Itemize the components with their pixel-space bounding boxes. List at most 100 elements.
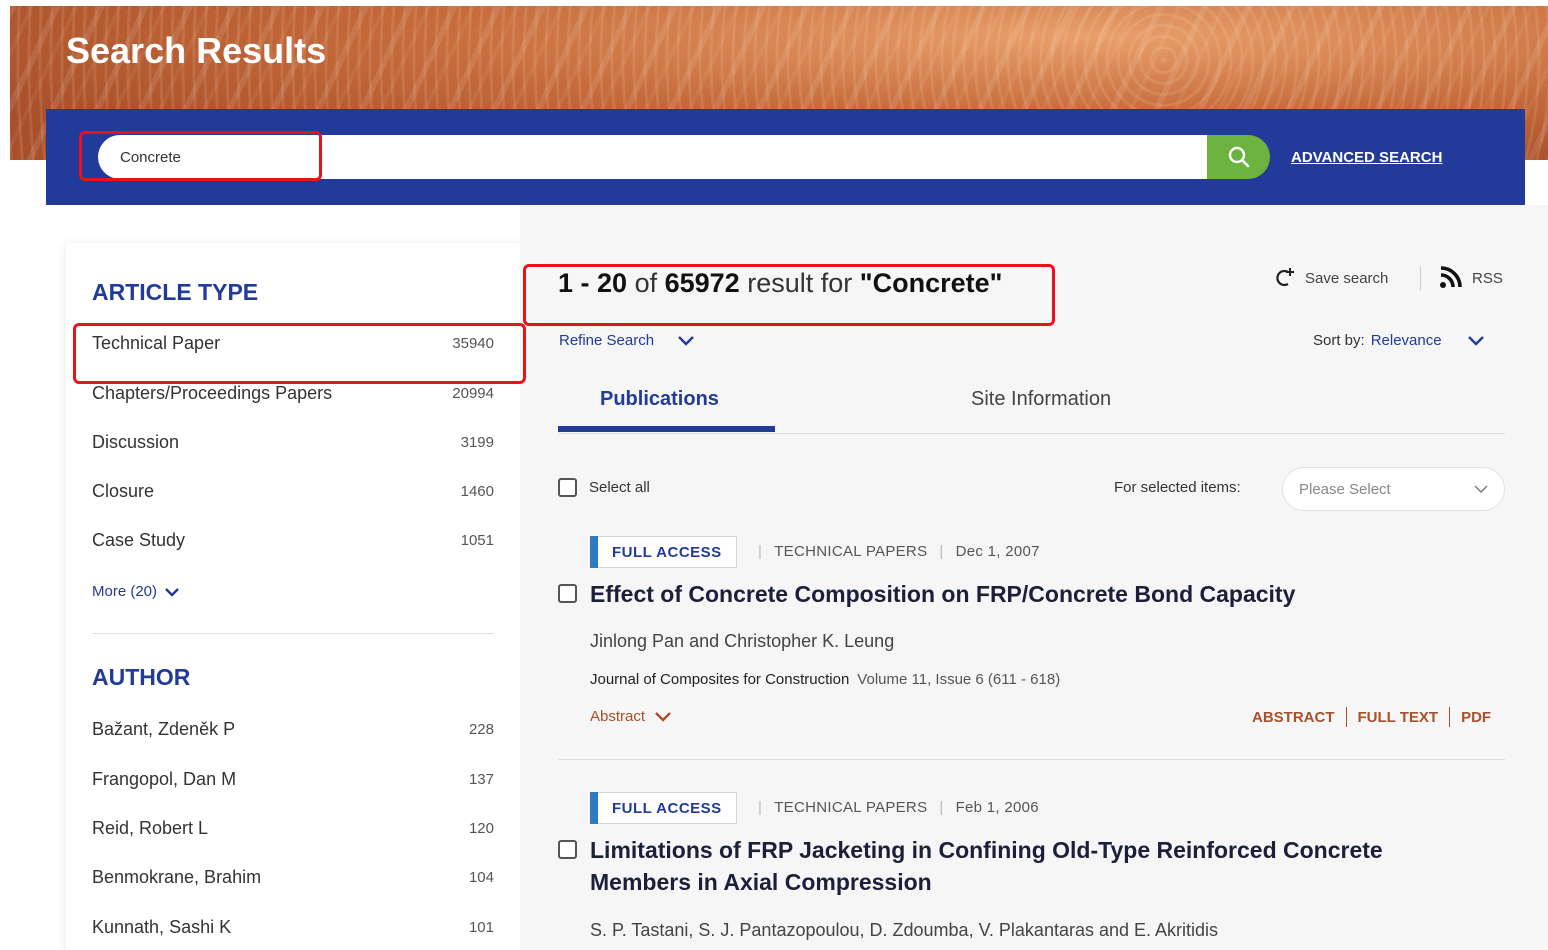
search-input[interactable]: Concrete	[98, 135, 1208, 179]
chevron-down-icon	[655, 712, 671, 722]
journal-volume: Volume 11, Issue 6 (611 - 618)	[857, 671, 1061, 688]
facet-author[interactable]: Benmokrane, Brahim 104	[92, 867, 494, 888]
result-title-link[interactable]: Limitations of FRP Jacketing in Confinin…	[590, 834, 1490, 898]
facet-discussion[interactable]: Discussion 3199	[92, 432, 494, 453]
result-date: Dec 1, 2007	[955, 543, 1040, 560]
sort-value: Relevance	[1370, 332, 1442, 349]
facet-label: Kunnath, Sashi K	[92, 917, 232, 937]
facet-count: 3199	[460, 434, 494, 451]
facet-case-study[interactable]: Case Study 1051	[92, 530, 494, 551]
result-journal: Journal of Composites for Construction Vo…	[590, 671, 1060, 688]
chevron-down-icon	[1467, 336, 1484, 346]
refine-label: Refine Search	[559, 332, 655, 349]
abstract-toggle[interactable]: Abstract	[590, 708, 671, 725]
link-separator	[1449, 707, 1451, 727]
facet-count: 104	[468, 869, 494, 886]
sort-dropdown[interactable]: Sort by: Relevance	[1313, 332, 1484, 349]
results-tabs: Publications Site Information	[558, 380, 1505, 434]
chevron-down-icon	[165, 587, 179, 597]
tab-publications[interactable]: Publications	[600, 388, 719, 411]
more-article-types-button[interactable]: More (20)	[92, 583, 179, 600]
result-checkbox[interactable]	[558, 584, 577, 603]
facet-count: 20994	[452, 385, 494, 402]
search-bar: Concrete ADVANCED SEARCH	[46, 109, 1525, 205]
pdf-link[interactable]: PDF	[1461, 709, 1491, 726]
rss-label: RSS	[1472, 269, 1503, 287]
results-for-label: result for	[747, 268, 853, 298]
access-badge: FULL ACCESS	[590, 536, 737, 568]
access-label: FULL ACCESS	[598, 792, 737, 824]
facet-author[interactable]: Reid, Robert L 120	[92, 818, 494, 839]
result-checkbox[interactable]	[558, 840, 577, 859]
facet-label: Technical Paper	[92, 333, 221, 353]
facet-count: 101	[468, 919, 494, 936]
facet-count: 1460	[460, 483, 494, 500]
result-title-link[interactable]: Effect of Concrete Composition on FRP/Co…	[590, 578, 1490, 610]
facet-chapters-proceedings-papers[interactable]: Chapters/Proceedings Papers 20994	[92, 383, 494, 404]
more-label: More (20)	[92, 583, 158, 600]
facet-author[interactable]: Frangopol, Dan M 137	[92, 769, 494, 790]
access-label: FULL ACCESS	[598, 536, 737, 568]
chevron-down-icon	[678, 336, 694, 346]
toolbar-separator	[1420, 266, 1421, 290]
result-meta: | TECHNICAL PAPERS | Feb 1, 2006	[758, 799, 1039, 816]
select-all[interactable]: Select all	[558, 478, 650, 497]
facet-count: 35940	[452, 335, 494, 352]
result-links: ABSTRACT FULL TEXT PDF	[1252, 707, 1491, 727]
results-of: of	[634, 268, 658, 298]
facet-label: Case Study	[92, 530, 186, 550]
facet-label: Bažant, Zdeněk P	[92, 719, 236, 739]
facet-closure[interactable]: Closure 1460	[92, 481, 494, 502]
active-tab-indicator	[558, 426, 775, 432]
result-authors[interactable]: Jinlong Pan and Christopher K. Leung	[590, 631, 894, 652]
facet-count: 1051	[460, 532, 494, 549]
rss-icon	[1440, 266, 1462, 288]
link-separator	[1345, 707, 1347, 727]
facet-label: Benmokrane, Brahim	[92, 867, 262, 887]
result-type: TECHNICAL PAPERS	[774, 799, 928, 816]
result-authors[interactable]: S. P. Tastani, S. J. Pantazopoulou, D. Z…	[590, 920, 1218, 941]
sort-label: Sort by:	[1313, 332, 1365, 349]
article-type-heading: ARTICLE TYPE	[92, 279, 259, 305]
for-selected-label: For selected items:	[1114, 479, 1241, 496]
badge-accent	[590, 536, 598, 568]
facet-label: Reid, Robert L	[92, 818, 209, 838]
save-search-icon	[1276, 268, 1294, 287]
abstract-link[interactable]: ABSTRACT	[1252, 709, 1335, 726]
facet-label: Frangopol, Dan M	[92, 769, 237, 789]
rss-link[interactable]: RSS	[1438, 266, 1503, 290]
save-search-label: Save search	[1305, 269, 1389, 287]
filter-sidebar: ARTICLE TYPE Technical Paper 35940 Chapt…	[66, 243, 520, 950]
author-heading: AUTHOR	[92, 664, 191, 690]
results-range: 1 - 20	[558, 268, 628, 298]
facet-technical-paper[interactable]: Technical Paper 35940	[92, 333, 494, 354]
facet-count: 120	[468, 820, 494, 837]
badge-accent	[590, 792, 598, 824]
results-summary: 1 - 20 of 65972 result for "Concrete"	[558, 268, 1002, 299]
facet-label: Closure	[92, 481, 155, 501]
sidebar-divider	[92, 633, 494, 634]
abstract-toggle-label: Abstract	[590, 708, 646, 725]
facet-count: 137	[468, 771, 494, 788]
chevron-down-icon	[1474, 485, 1488, 493]
select-all-label: Select all	[589, 479, 650, 496]
save-search-button[interactable]: Save search	[1273, 266, 1388, 290]
select-all-checkbox[interactable]	[558, 478, 577, 497]
advanced-search-link[interactable]: ADVANCED SEARCH	[1291, 149, 1442, 166]
result-date: Feb 1, 2006	[955, 799, 1039, 816]
select-placeholder: Please Select	[1299, 480, 1391, 498]
result-type: TECHNICAL PAPERS	[774, 543, 928, 560]
access-badge: FULL ACCESS	[590, 792, 737, 824]
search-button[interactable]	[1207, 135, 1270, 179]
facet-author[interactable]: Bažant, Zdeněk P 228	[92, 719, 494, 740]
journal-name[interactable]: Journal of Composites for Construction	[590, 671, 849, 688]
facet-author[interactable]: Kunnath, Sashi K 101	[92, 917, 494, 938]
facet-label: Discussion	[92, 432, 180, 452]
result-divider	[558, 759, 1505, 760]
page-title: Search Results	[66, 30, 327, 71]
facet-count: 228	[468, 721, 494, 738]
bulk-action-select[interactable]: Please Select	[1282, 467, 1505, 511]
tab-site-information[interactable]: Site Information	[971, 388, 1111, 411]
refine-search-toggle[interactable]: Refine Search	[559, 332, 694, 349]
full-text-link[interactable]: FULL TEXT	[1358, 709, 1439, 726]
